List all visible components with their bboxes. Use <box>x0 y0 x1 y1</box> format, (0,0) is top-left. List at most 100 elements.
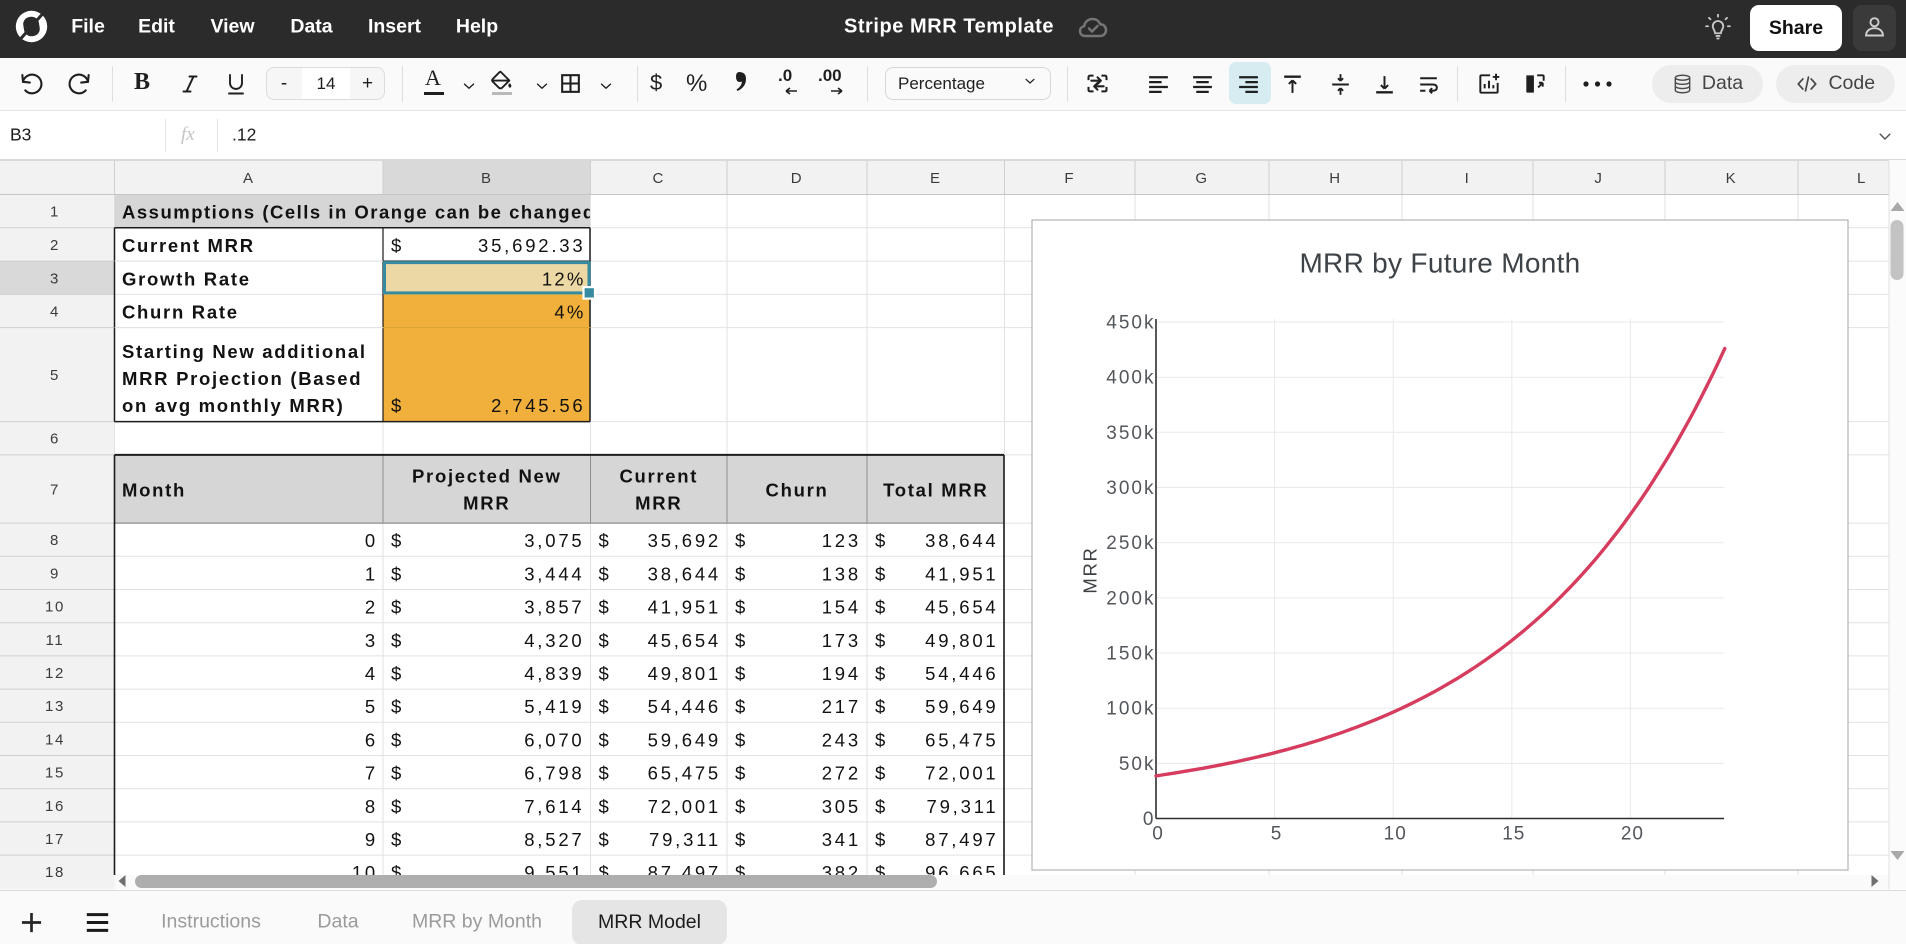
svg-text:$: $ <box>875 597 887 618</box>
svg-text:$: $ <box>391 796 403 817</box>
svg-text:41,951: 41,951 <box>648 597 721 618</box>
svg-text:$: $ <box>735 630 747 651</box>
svg-text:$: $ <box>391 395 403 416</box>
svg-text:Churn Rate: Churn Rate <box>122 302 239 323</box>
svg-text:Current MRR: Current MRR <box>122 235 255 256</box>
svg-text:$: $ <box>875 630 887 651</box>
svg-text:450k: 450k <box>1106 313 1155 334</box>
svg-text:4,320: 4,320 <box>524 630 584 651</box>
svg-text:6: 6 <box>50 431 60 448</box>
svg-text:E: E <box>930 170 942 187</box>
svg-text:$: $ <box>391 630 403 651</box>
svg-text:$: $ <box>875 763 887 784</box>
svg-text:1: 1 <box>50 204 60 221</box>
svg-text:$: $ <box>391 235 403 256</box>
svg-text:6,798: 6,798 <box>524 763 584 784</box>
svg-text:65,475: 65,475 <box>648 763 721 784</box>
svg-text:6: 6 <box>365 729 378 750</box>
svg-text:150k: 150k <box>1106 644 1155 665</box>
svg-text:Current: Current <box>619 465 698 486</box>
svg-text:$: $ <box>391 597 403 618</box>
svg-text:K: K <box>1726 170 1738 187</box>
svg-text:300k: 300k <box>1106 478 1155 499</box>
svg-text:$: $ <box>875 696 887 717</box>
svg-text:$: $ <box>599 696 611 717</box>
svg-text:$: $ <box>391 663 403 684</box>
svg-text:MRR: MRR <box>1080 546 1101 593</box>
svg-text:350k: 350k <box>1106 423 1155 444</box>
svg-text:17: 17 <box>45 831 65 848</box>
svg-text:45,654: 45,654 <box>925 597 998 618</box>
svg-text:4%: 4% <box>554 302 585 323</box>
svg-text:9: 9 <box>50 565 60 582</box>
svg-text:$: $ <box>875 563 887 584</box>
svg-text:7: 7 <box>50 482 60 499</box>
svg-text:MRR: MRR <box>463 492 510 513</box>
svg-text:$: $ <box>735 663 747 684</box>
svg-text:$: $ <box>599 630 611 651</box>
svg-text:$: $ <box>735 563 747 584</box>
svg-text:Month: Month <box>122 480 186 501</box>
svg-text:$: $ <box>391 729 403 750</box>
svg-text:$: $ <box>599 829 611 850</box>
svg-text:38,644: 38,644 <box>648 563 721 584</box>
svg-text:$: $ <box>735 763 747 784</box>
svg-text:3,075: 3,075 <box>524 530 584 551</box>
svg-text:138: 138 <box>822 563 861 584</box>
svg-text:$: $ <box>599 530 611 551</box>
svg-text:$: $ <box>875 663 887 684</box>
svg-text:72,001: 72,001 <box>925 763 998 784</box>
svg-text:3: 3 <box>50 270 60 287</box>
svg-text:243: 243 <box>822 729 861 750</box>
svg-text:8: 8 <box>365 796 378 817</box>
svg-text:87,497: 87,497 <box>925 829 998 850</box>
svg-text:14: 14 <box>45 731 65 748</box>
svg-text:65,475: 65,475 <box>925 729 998 750</box>
svg-text:200k: 200k <box>1106 588 1155 609</box>
svg-text:4,839: 4,839 <box>524 663 584 684</box>
svg-text:3,444: 3,444 <box>524 563 584 584</box>
svg-text:$: $ <box>735 796 747 817</box>
svg-text:16: 16 <box>45 798 65 815</box>
svg-text:$: $ <box>875 796 887 817</box>
svg-text:154: 154 <box>822 597 861 618</box>
svg-text:20: 20 <box>1621 824 1644 845</box>
svg-text:Projected New: Projected New <box>412 465 562 486</box>
svg-text:35,692: 35,692 <box>648 530 721 551</box>
svg-text:$: $ <box>735 696 747 717</box>
svg-text:50k: 50k <box>1119 754 1156 775</box>
svg-text:250k: 250k <box>1106 533 1155 554</box>
svg-text:341: 341 <box>822 829 861 850</box>
svg-text:5: 5 <box>50 367 60 384</box>
svg-text:72,001: 72,001 <box>648 796 721 817</box>
svg-text:Assumptions (Cells in Orange c: Assumptions (Cells in Orange can be chan… <box>122 202 596 223</box>
svg-text:$: $ <box>735 829 747 850</box>
svg-text:10: 10 <box>45 599 65 616</box>
svg-text:$: $ <box>735 530 747 551</box>
svg-text:13: 13 <box>45 698 65 715</box>
svg-text:123: 123 <box>822 530 861 551</box>
svg-text:2: 2 <box>365 597 378 618</box>
svg-text:Starting New additional: Starting New additional <box>122 341 367 362</box>
svg-text:B: B <box>481 170 493 187</box>
svg-text:49,801: 49,801 <box>648 663 721 684</box>
svg-text:79,311: 79,311 <box>926 796 998 817</box>
svg-text:54,446: 54,446 <box>925 663 998 684</box>
svg-text:11: 11 <box>46 632 65 649</box>
svg-text:$: $ <box>599 729 611 750</box>
svg-text:173: 173 <box>822 630 861 651</box>
svg-text:12%: 12% <box>542 268 586 289</box>
svg-text:H: H <box>1329 170 1342 187</box>
svg-text:Growth Rate: Growth Rate <box>122 268 251 289</box>
svg-text:I: I <box>1465 170 1471 187</box>
svg-text:D: D <box>791 170 804 187</box>
svg-text:$: $ <box>391 563 403 584</box>
svg-text:5,419: 5,419 <box>524 696 584 717</box>
svg-text:194: 194 <box>822 663 861 684</box>
svg-text:A: A <box>243 170 255 187</box>
svg-text:4: 4 <box>365 663 378 684</box>
svg-text:$: $ <box>391 763 403 784</box>
svg-text:2,745.56: 2,745.56 <box>491 395 585 416</box>
svg-text:7: 7 <box>365 763 378 784</box>
svg-text:$: $ <box>599 597 611 618</box>
